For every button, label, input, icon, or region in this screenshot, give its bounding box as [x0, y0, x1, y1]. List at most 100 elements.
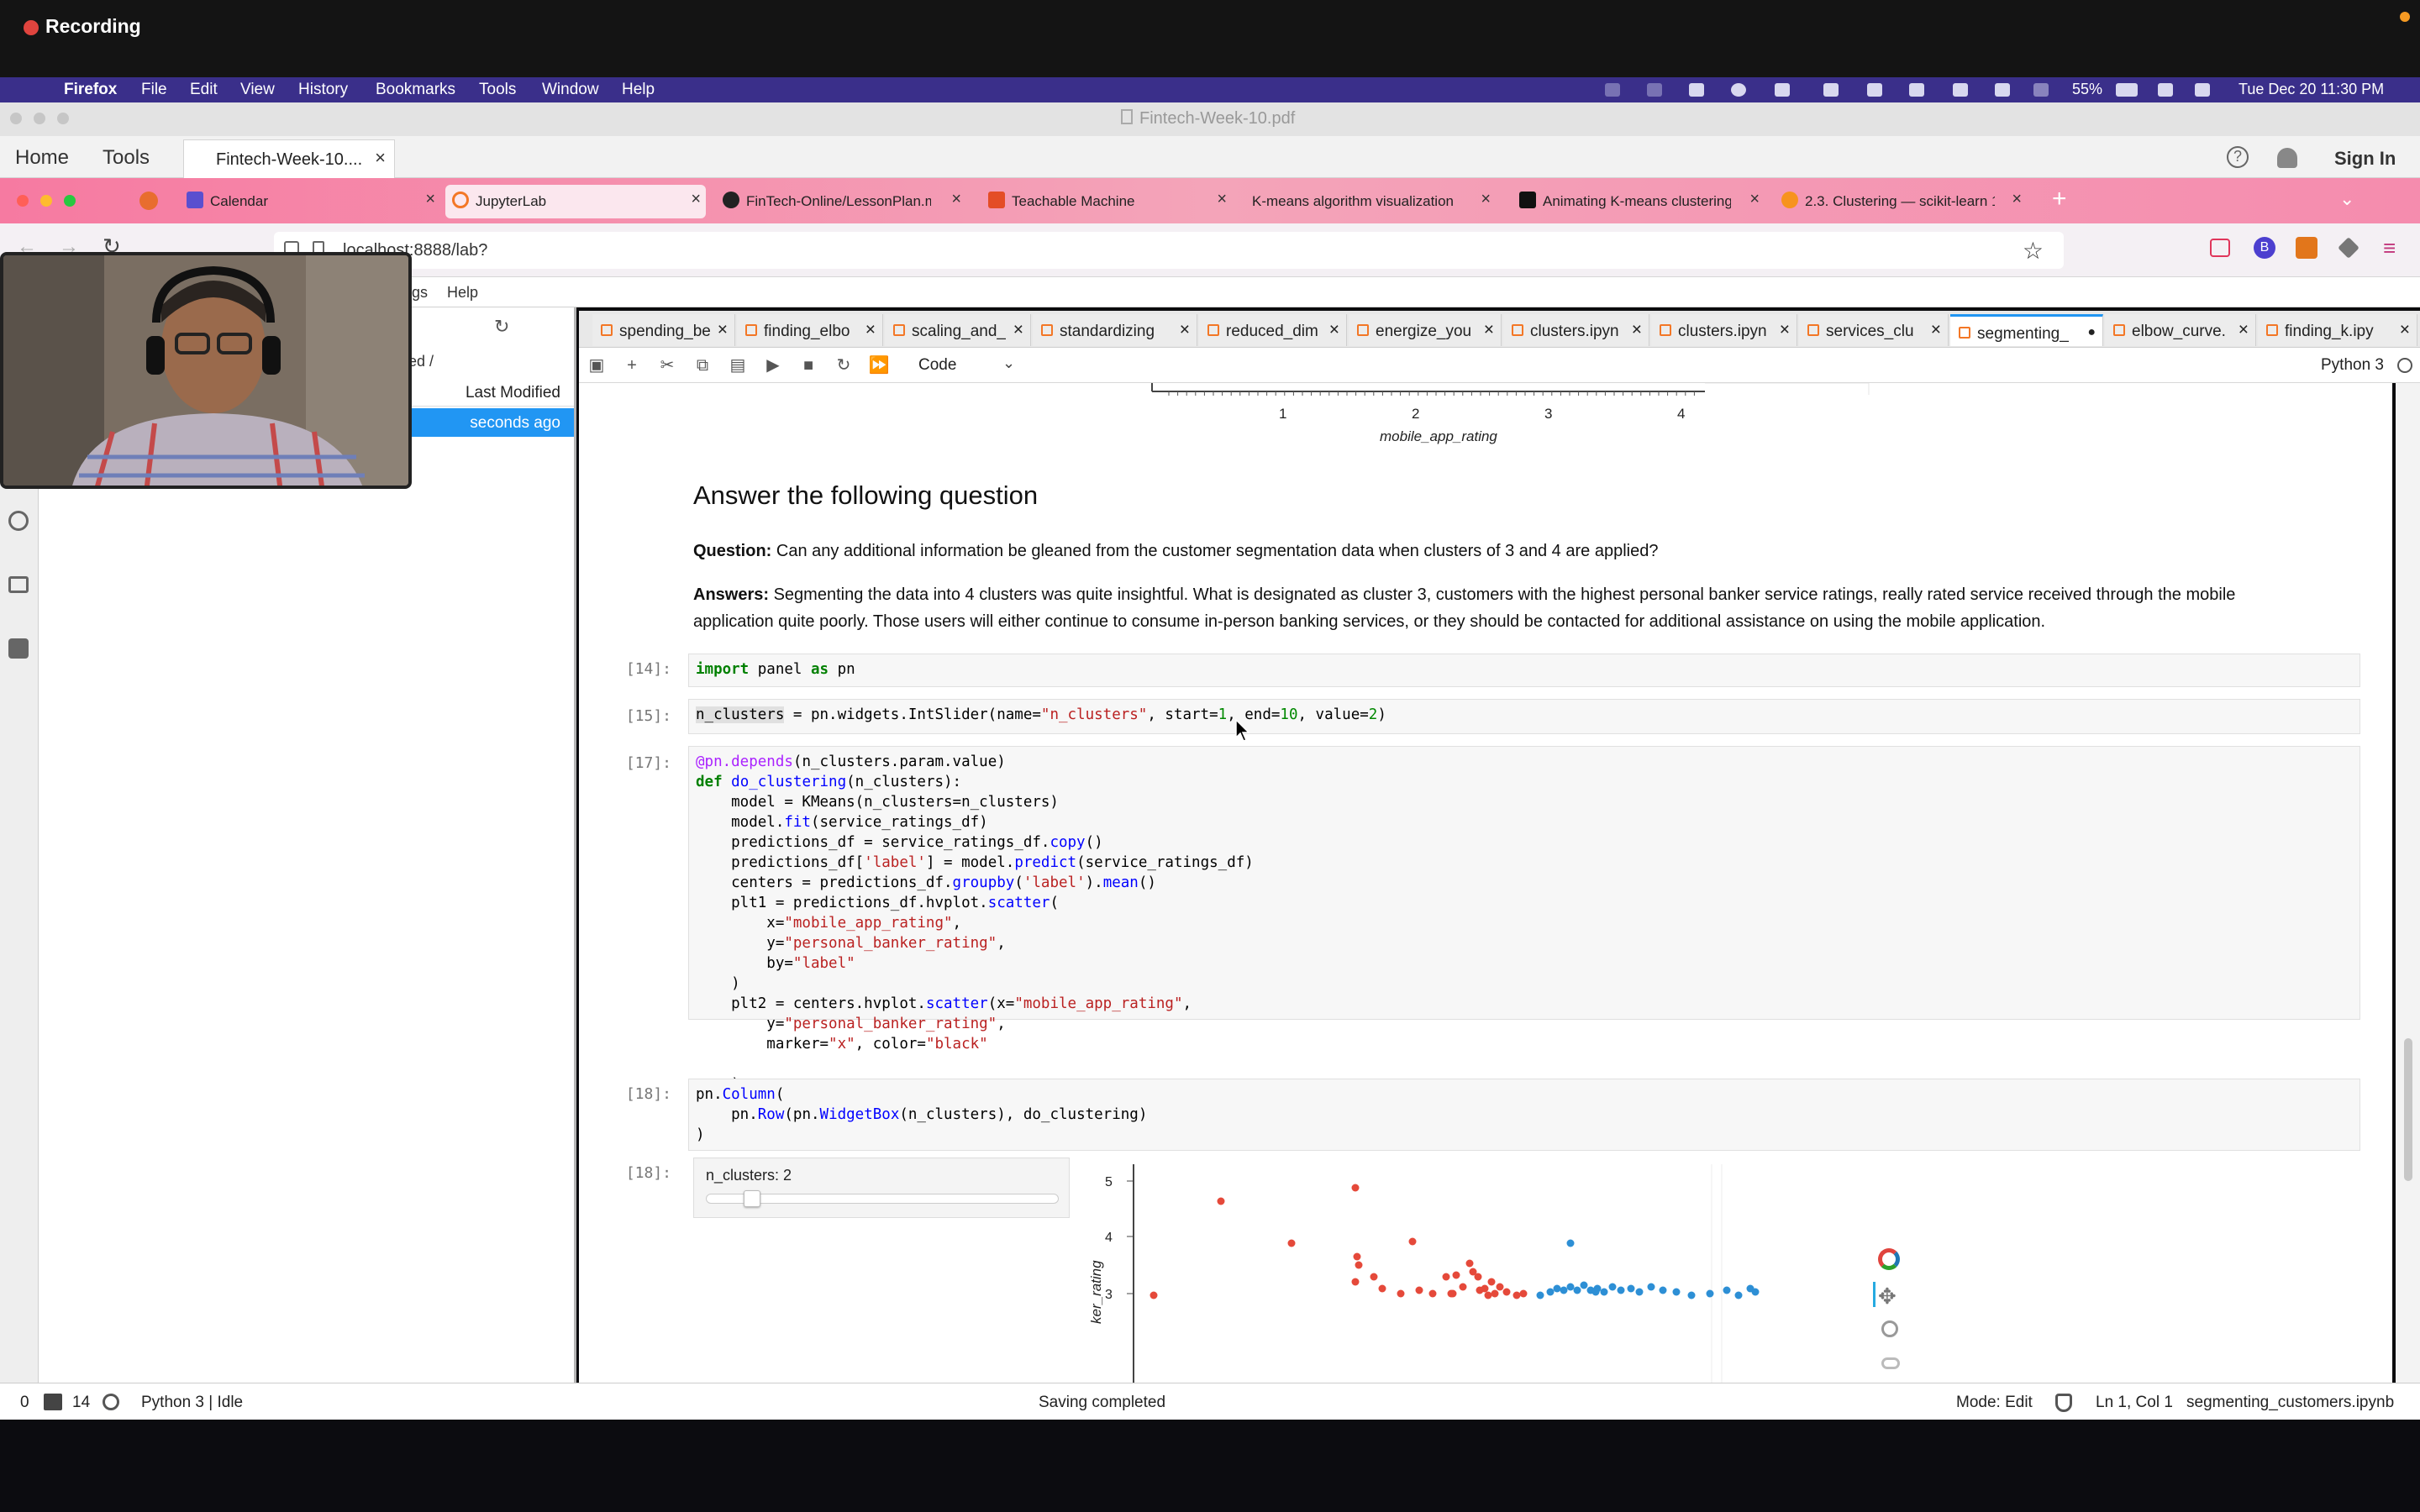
kernel-count[interactable]: 14 — [72, 1394, 90, 1412]
window-close-icon[interactable] — [17, 195, 29, 207]
close-icon[interactable]: × — [1481, 190, 1491, 209]
menubar-clock[interactable]: Tue Dec 20 11:30 PM — [2238, 81, 2384, 98]
notebook-tab[interactable]: segmenting_ ● — [1950, 314, 2103, 346]
bell-icon[interactable] — [2277, 148, 2297, 168]
close-icon[interactable]: × — [1484, 320, 1494, 340]
browser-tab-animating-kmeans[interactable]: Animating K-means clustering × — [1512, 185, 1765, 218]
menu-tools[interactable]: Tools — [479, 81, 516, 99]
close-icon[interactable]: × — [865, 320, 876, 340]
extensions-icon[interactable] — [2338, 237, 2360, 259]
notebook-tab[interactable]: finding_k.ipy × — [2258, 314, 2417, 346]
tabs-folder-icon[interactable] — [8, 576, 29, 593]
firefox-view-icon[interactable] — [139, 192, 158, 210]
restart-run-all-icon[interactable]: ⏩ — [868, 354, 890, 376]
bluetooth-icon[interactable] — [1995, 83, 2010, 97]
breadcrumb[interactable]: ed / — [408, 353, 434, 370]
cursor-position[interactable]: Ln 1, Col 1 — [2096, 1394, 2173, 1412]
browser-tab-calendar[interactable]: Calendar × — [180, 185, 440, 218]
control-center-icon[interactable] — [2195, 83, 2210, 97]
last-modified-column-header[interactable]: Last Modified — [466, 384, 560, 402]
code-cell-15[interactable]: n_clusters = pn.widgets.IntSlider(name="… — [688, 699, 2360, 734]
wheel-zoom-icon[interactable] — [1881, 1357, 1900, 1369]
close-icon[interactable]: × — [375, 147, 386, 169]
close-icon[interactable]: × — [718, 320, 728, 340]
save-icon[interactable]: ▣ — [586, 354, 608, 376]
n-clusters-slider-track[interactable] — [706, 1190, 1059, 1207]
browser-tab-kmeans-viz[interactable]: K-means algorithm visualization × — [1235, 185, 1496, 218]
scrollbar-thumb[interactable] — [2404, 1038, 2412, 1181]
code-text[interactable]: n_clusters = pn.widgets.IntSlider(name="… — [689, 700, 2360, 725]
pdf-document-tab[interactable]: Fintech-Week-10.... × — [183, 139, 395, 178]
cut-icon[interactable]: ✂ — [656, 354, 678, 376]
gear-icon[interactable] — [8, 511, 29, 531]
code-text[interactable]: pn.Column( pn.Row(pn.WidgetBox(n_cluster… — [689, 1079, 2360, 1145]
menu-bookmarks[interactable]: Bookmarks — [376, 81, 455, 99]
paste-icon[interactable]: ▤ — [727, 354, 749, 376]
window-minimize-icon[interactable] — [40, 195, 52, 207]
volume-icon[interactable] — [1909, 83, 1924, 97]
close-icon[interactable]: × — [691, 190, 701, 209]
add-cell-icon[interactable]: + — [621, 354, 643, 376]
refresh-icon[interactable]: ↻ — [494, 316, 509, 338]
browser-tab-scikit-learn[interactable]: 2.3. Clustering — scikit-learn 1.2 × — [1775, 185, 2027, 218]
notebook-tab[interactable]: services_clu × — [1799, 314, 1949, 346]
notebook-scrollbar[interactable] — [2396, 383, 2420, 1383]
browser-tab-jupyterlab[interactable]: JupyterLab × — [445, 185, 706, 218]
notebook-tab[interactable]: elbow_curve. × — [2105, 314, 2256, 346]
menu-help[interactable]: Help — [622, 81, 655, 99]
pan-tool-icon[interactable]: ✥ — [1878, 1284, 1897, 1310]
url-field[interactable]: localhost:8888/lab? ☆ — [274, 232, 2064, 269]
screen-record-icon[interactable] — [1775, 83, 1790, 97]
notebook-tab[interactable]: clusters.ipyn × — [1651, 314, 1797, 346]
close-icon[interactable]: × — [951, 190, 961, 209]
sign-in-button[interactable]: Sign In — [2334, 148, 2396, 170]
battery-icon[interactable] — [2116, 83, 2138, 97]
close-icon[interactable]: × — [1632, 320, 1642, 340]
cell-type-select[interactable]: Code ⌄ — [918, 353, 1019, 378]
kernel-status[interactable]: Python 3 | Idle — [141, 1394, 243, 1412]
metamask-icon[interactable] — [2296, 237, 2317, 259]
close-icon[interactable]: × — [1013, 320, 1023, 340]
tab-list-chevron-down-icon[interactable]: ⌄ — [2339, 188, 2354, 210]
close-icon[interactable]: × — [2012, 190, 2022, 209]
unsaved-dot-icon[interactable]: ● — [2087, 325, 2096, 340]
notebook-tab[interactable]: finding_elbo × — [737, 314, 883, 346]
menu-help[interactable]: Help — [447, 284, 478, 302]
close-icon[interactable]: × — [1931, 320, 1941, 340]
close-icon[interactable]: × — [1329, 320, 1339, 340]
menu-settings[interactable]: gs — [412, 284, 428, 302]
menu-window[interactable]: Window — [542, 81, 599, 99]
bokeh-logo-icon[interactable] — [1878, 1248, 1900, 1270]
terminal-icon[interactable] — [44, 1394, 62, 1410]
window-close-icon[interactable] — [10, 113, 22, 124]
code-text[interactable]: @pn.depends(n_clusters.param.value) def … — [689, 747, 2360, 1115]
code-cell-17[interactable]: @pn.depends(n_clusters.param.value) def … — [688, 746, 2360, 1113]
status-icon[interactable] — [1731, 83, 1746, 97]
hamburger-menu-icon[interactable]: ≡ — [2383, 235, 2396, 261]
close-icon[interactable]: × — [1780, 320, 1790, 340]
status-icon[interactable] — [1605, 83, 1620, 97]
menu-edit[interactable]: Edit — [190, 81, 218, 99]
window-zoom-icon[interactable] — [57, 113, 69, 124]
code-text[interactable]: import panel as pn — [689, 654, 2360, 680]
status-icon[interactable] — [1647, 83, 1662, 97]
code-cell-14[interactable]: import panel as pn — [688, 654, 2360, 687]
menu-file[interactable]: File — [141, 81, 167, 99]
notebook-tab[interactable]: spending_be × — [592, 314, 735, 346]
shield-icon[interactable] — [2055, 1394, 2072, 1412]
help-icon[interactable]: ? — [2227, 146, 2249, 168]
puzzle-extension-icon[interactable] — [8, 638, 29, 659]
editor-mode[interactable]: Mode: Edit — [1956, 1394, 2033, 1412]
new-tab-icon[interactable]: + — [2052, 185, 2067, 213]
notebook-tab[interactable]: standardizing × — [1033, 314, 1197, 346]
menu-history[interactable]: History — [298, 81, 348, 99]
close-icon[interactable]: × — [425, 190, 435, 209]
notebook-tab[interactable]: energize_you × — [1349, 314, 1502, 346]
notebook-tab[interactable]: clusters.ipyn × — [1503, 314, 1649, 346]
close-icon[interactable]: × — [2400, 320, 2410, 340]
kernel-name[interactable]: Python 3 — [2321, 356, 2384, 375]
airplay-icon[interactable] — [1867, 83, 1882, 97]
run-icon[interactable]: ▶ — [762, 354, 784, 376]
keyboard-input-icon[interactable] — [1953, 83, 1968, 97]
window-minimize-icon[interactable] — [34, 113, 45, 124]
